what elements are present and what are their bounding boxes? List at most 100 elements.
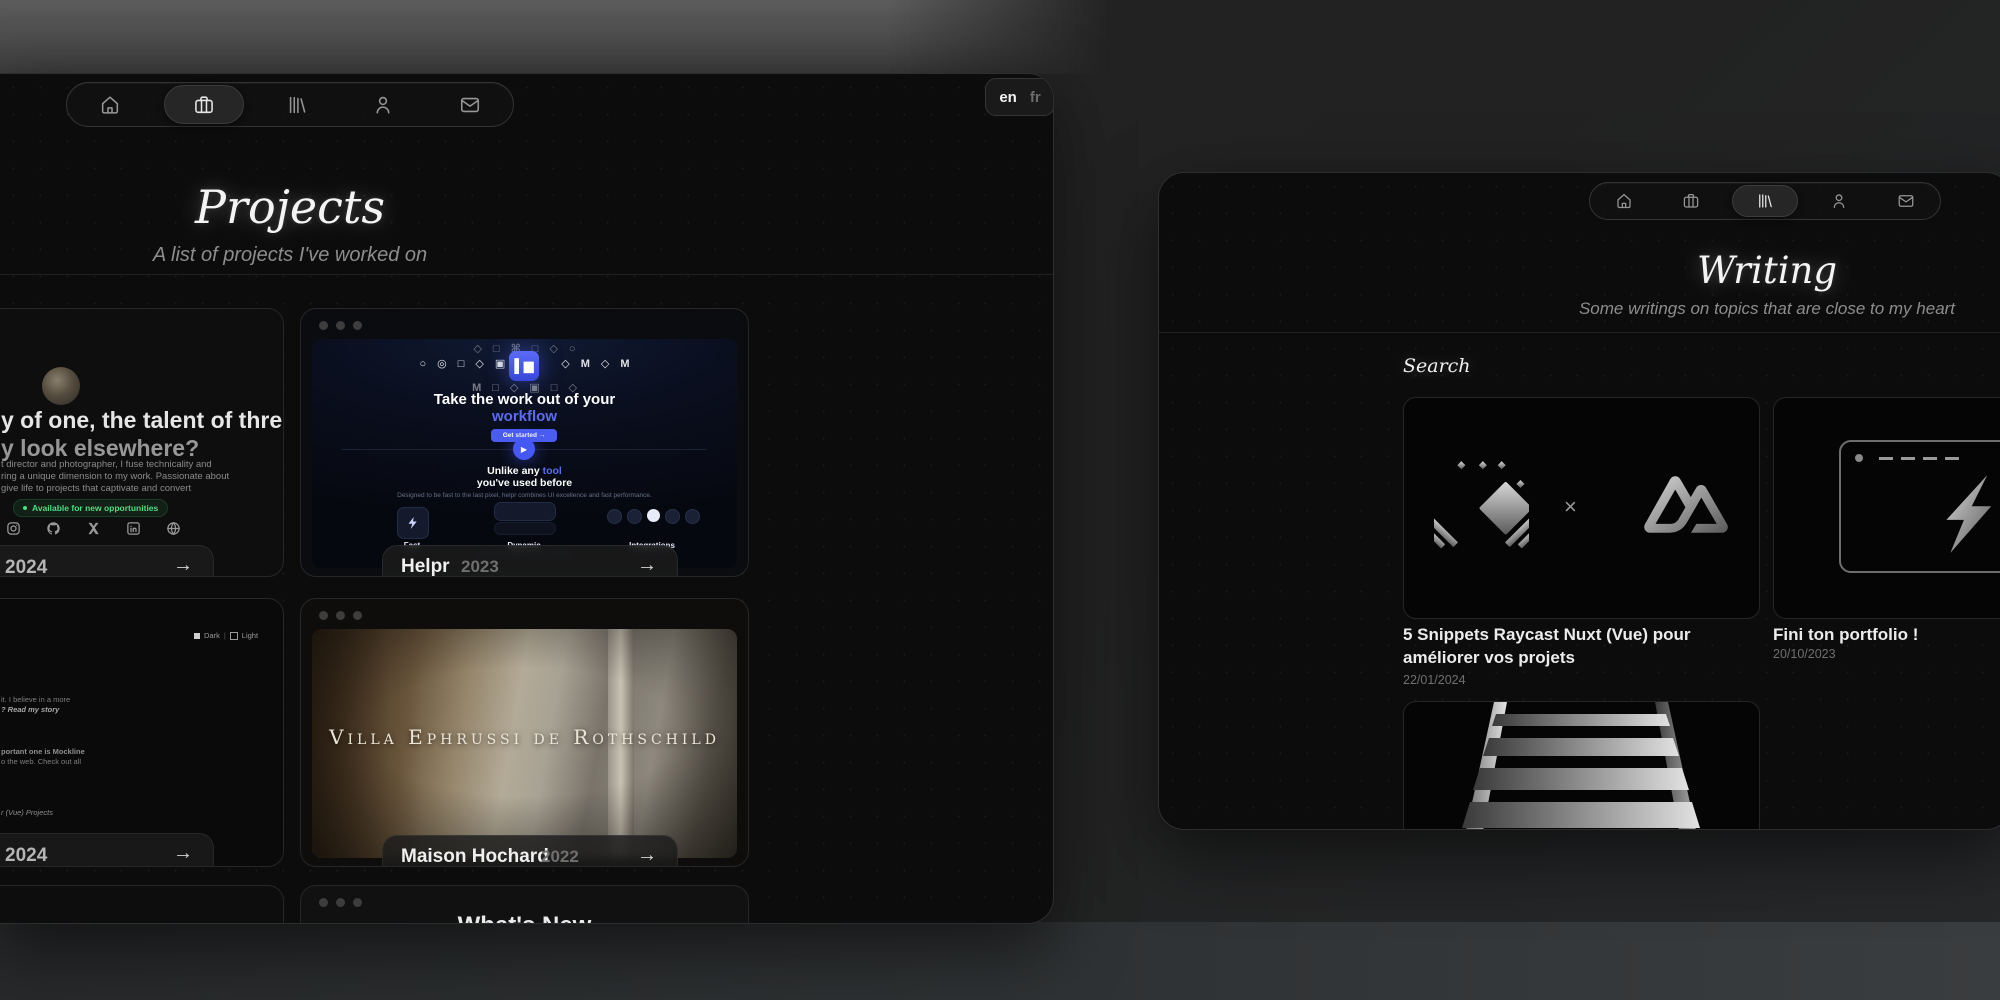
social-links <box>6 521 181 536</box>
project-card-helpr[interactable]: ◇□⌘□◇○ ○◎□◇▣◇M◇M ▌▆ M□◇▣□◇ Take the work… <box>300 308 749 577</box>
darksite-line-2: ? Read my story <box>1 705 59 714</box>
bottom-light-band <box>0 922 2000 1000</box>
browser-frame-icon <box>1839 440 2000 573</box>
dark-swatch-icon <box>194 633 200 639</box>
arrow-right-icon[interactable]: → <box>637 554 657 577</box>
photo-overlay-title: Villa Ephrussi de Rothschild <box>312 725 737 749</box>
home-icon <box>1615 192 1633 210</box>
intro-headline-1: y of one, the talent of three <box>1 407 284 434</box>
nav-projects[interactable] <box>164 85 244 124</box>
article-title[interactable]: 5 Snippets Raycast Nuxt (Vue) pour améli… <box>1403 623 1755 669</box>
theme-separator: | <box>224 631 226 640</box>
tagline-text: Unlike any <box>487 465 540 477</box>
theme-dark-label: Dark <box>204 631 220 640</box>
nuxt-logo-icon <box>1640 470 1732 538</box>
helpr-headline-accent: workflow <box>312 408 737 425</box>
lang-fr[interactable]: fr <box>1030 89 1041 106</box>
person-icon <box>1830 192 1848 210</box>
person-icon <box>372 94 394 116</box>
language-switcher[interactable]: en fr <box>985 78 1054 116</box>
project-year: 2022 <box>541 847 579 867</box>
x-icon[interactable] <box>86 521 101 536</box>
nav-contact[interactable] <box>1880 186 1932 216</box>
arrow-right-icon[interactable]: → <box>637 844 657 867</box>
page-title: Projects <box>40 180 540 234</box>
browser-dash <box>1901 457 1915 460</box>
lang-en[interactable]: en <box>999 89 1017 106</box>
browser-dash <box>1945 457 1959 460</box>
project-card-intro[interactable]: y of one, the talent of three y look els… <box>0 308 284 577</box>
nav-about[interactable] <box>1813 186 1865 216</box>
nav-contact[interactable] <box>437 86 503 123</box>
darksite-line-3: portant one is Mockline <box>1 747 85 756</box>
intro-headline-2: y look elsewhere? <box>1 435 199 462</box>
maison-photo: Villa Ephrussi de Rothschild <box>312 629 737 858</box>
arrow-right-icon[interactable]: → <box>173 554 193 577</box>
intro-card-bar[interactable]: 2024 → <box>0 545 214 577</box>
header-divider <box>1159 332 2000 333</box>
browser-dash <box>1879 457 1893 460</box>
project-year: 2024 <box>5 557 47 577</box>
project-year: 2023 <box>461 557 499 577</box>
article-title[interactable]: Fini ton portfolio ! <box>1773 623 2000 646</box>
theme-light-label: Light <box>242 631 258 640</box>
project-card-darksite[interactable]: Dark | Light it. I believe in a more ? R… <box>0 598 284 867</box>
projects-window: en fr Projects A list of projects I've w… <box>0 73 1054 924</box>
nav-projects[interactable] <box>1665 186 1717 216</box>
top-light-band <box>0 0 1110 74</box>
main-navbar <box>66 82 514 127</box>
helpr-caption: Designed to be fast to the last pixel, h… <box>312 492 737 499</box>
nav-home[interactable] <box>77 86 143 123</box>
briefcase-icon <box>193 94 215 116</box>
raycast-logo-icon <box>1434 458 1529 553</box>
project-card-partial[interactable] <box>0 885 284 924</box>
window-dots <box>319 611 362 620</box>
play-button[interactable]: ▶ <box>513 438 535 460</box>
mail-icon <box>1897 192 1915 210</box>
feature-fast-tile <box>397 507 429 539</box>
nav-writing[interactable] <box>1732 185 1798 217</box>
nav-home[interactable] <box>1598 186 1650 216</box>
availability-badge: Available for new opportunities <box>13 499 168 517</box>
window-dots <box>319 898 362 907</box>
helpr-tagline-1: Unlike any tool <box>312 465 737 477</box>
article-card-portfolio[interactable] <box>1773 397 2000 619</box>
project-name: Maison Hochard <box>401 846 549 867</box>
intro-body-1: t director and photographer, I fuse tech… <box>1 459 212 470</box>
page-subtitle: A list of projects I've worked on <box>40 244 540 267</box>
article-card-raycast-nuxt[interactable]: × <box>1403 397 1760 619</box>
search-label[interactable]: Search <box>1403 355 1471 377</box>
helpr-screenshot: ◇□⌘□◇○ ○◎□◇▣◇M◇M ▌▆ M□◇▣□◇ Take the work… <box>312 339 737 568</box>
lightning-bolt-icon <box>1923 470 2000 558</box>
whats-new-title: What's New <box>301 912 748 924</box>
intro-body-2: ring a unique dimension to my work. Pass… <box>1 471 229 482</box>
mail-icon <box>459 94 481 116</box>
darksite-line-1: it. I believe in a more <box>1 695 70 704</box>
linkedin-icon[interactable] <box>126 521 141 536</box>
instagram-icon[interactable] <box>6 521 21 536</box>
status-dot-icon <box>23 506 27 510</box>
main-navbar <box>1589 182 1941 220</box>
integration-icons <box>607 509 700 524</box>
github-icon[interactable] <box>46 521 61 536</box>
library-icon <box>286 94 308 116</box>
briefcase-icon <box>1682 192 1700 210</box>
nav-about[interactable] <box>350 86 416 123</box>
ladder-graphic <box>1404 702 1759 830</box>
project-year: 2024 <box>5 845 47 867</box>
header-divider <box>0 274 1053 275</box>
project-card-whats-new[interactable]: What's New <box>300 885 749 924</box>
maison-card-bar[interactable]: Maison Hochard 2022 → <box>382 835 678 867</box>
project-name: Helpr <box>401 556 450 577</box>
darksite-card-bar[interactable]: 2024 → <box>0 833 214 867</box>
arrow-right-icon[interactable]: → <box>173 842 193 865</box>
project-card-maison[interactable]: Villa Ephrussi de Rothschild Maison Hoch… <box>300 598 749 867</box>
article-card-ladder[interactable] <box>1403 701 1760 830</box>
helpr-card-bar[interactable]: Helpr 2023 → <box>382 545 678 577</box>
article-date: 20/10/2023 <box>1773 647 1836 661</box>
library-icon <box>1756 192 1774 210</box>
theme-toggle[interactable]: Dark | Light <box>194 631 258 640</box>
globe-icon[interactable] <box>166 521 181 536</box>
availability-label: Available for new opportunities <box>32 503 158 513</box>
nav-writing[interactable] <box>264 86 330 123</box>
